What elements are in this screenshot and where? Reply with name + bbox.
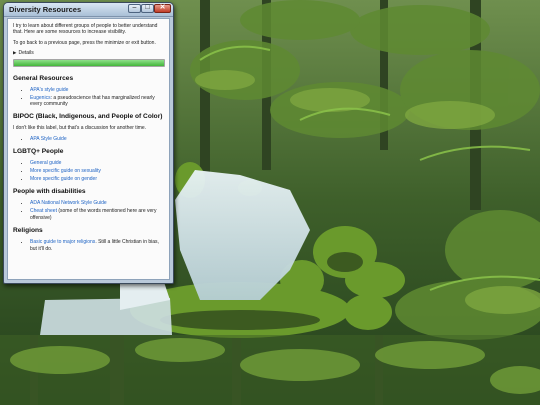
disabilities-list: ADA National Network Style Guide Cheat s…: [13, 200, 165, 221]
sexuality-guide-link[interactable]: More specific guide on sexuality: [30, 168, 101, 174]
triangle-right-icon: ▶: [13, 50, 17, 56]
navigation-note: To go back to a previous page, press the…: [13, 39, 156, 46]
details-toggle[interactable]: ▶ Details: [13, 50, 165, 56]
section-heading-lgbtq: LGBTQ+ People: [13, 148, 64, 156]
religions-guide-link[interactable]: Basic guide to major religions: [30, 239, 95, 245]
general-guide-link[interactable]: General guide: [30, 160, 61, 166]
list-item: Cheat sheet (some of the words mentioned…: [30, 208, 165, 221]
list-item: Eugenics: a pseudoscience that has margi…: [30, 95, 165, 108]
section-heading-disabilities: People with disabilities: [13, 188, 86, 196]
close-icon: ✕: [159, 4, 166, 11]
details-label: Details: [18, 50, 34, 57]
gender-guide-link[interactable]: More specific guide on gender: [30, 176, 97, 182]
bipoc-note: I don't like this label, but that's a di…: [13, 125, 147, 132]
list-item: More specific guide on gender: [30, 176, 165, 182]
window-titlebar[interactable]: Diversity Resources – □ ✕: [4, 3, 173, 17]
intro-text: I try to learn about different groups of…: [13, 23, 158, 36]
progress-bar-fill: [14, 59, 164, 66]
list-item: ADA National Network Style Guide: [30, 200, 165, 206]
section-heading-bipoc: BIPOC (Black, Indigenous, and People of …: [13, 113, 163, 121]
bipoc-list: APA Style Guide: [13, 136, 165, 142]
minimize-button[interactable]: –: [128, 4, 141, 13]
general-resources-list: APA's style guide Eugenics: a pseudoscie…: [13, 87, 165, 108]
progress-bar: [13, 58, 165, 67]
maximize-button[interactable]: □: [141, 4, 154, 13]
section-heading-general: General Resources: [13, 74, 74, 82]
list-item: Basic guide to major religions. Still a …: [30, 239, 165, 252]
list-item: APA's style guide: [30, 87, 165, 93]
religions-list: Basic guide to major religions. Still a …: [13, 239, 165, 252]
maximize-icon: □: [145, 4, 150, 11]
window-content: I try to learn about different groups of…: [7, 18, 170, 280]
bipoc-apa-style-guide-link[interactable]: APA Style Guide: [30, 136, 67, 142]
close-button[interactable]: ✕: [154, 4, 171, 13]
eugenics-link[interactable]: Eugenics: [30, 95, 51, 101]
list-item: More specific guide on sexuality: [30, 168, 165, 174]
window-title: Diversity Resources: [9, 5, 82, 14]
cheat-sheet-link[interactable]: Cheat sheet: [30, 208, 57, 214]
section-heading-religions: Religions: [13, 227, 43, 235]
minimize-icon: –: [132, 4, 137, 11]
list-item: APA Style Guide: [30, 136, 165, 142]
diversity-resources-window: Diversity Resources – □ ✕ I try to learn…: [3, 2, 174, 284]
list-item: General guide: [30, 160, 165, 166]
apa-style-guide-link[interactable]: APA's style guide: [30, 87, 68, 93]
lgbtq-list: General guide More specific guide on sex…: [13, 160, 165, 182]
ada-style-guide-link[interactable]: ADA National Network Style Guide: [30, 200, 107, 206]
